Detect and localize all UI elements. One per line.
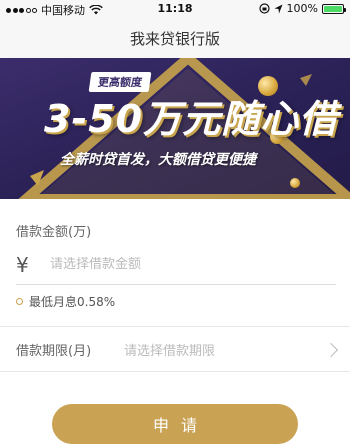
amount-input[interactable]	[50, 257, 310, 272]
battery-fill	[324, 5, 342, 12]
rate-info: 最低月息0.58%	[16, 293, 115, 310]
location-icon	[274, 4, 283, 13]
rate-dot-icon	[16, 298, 23, 305]
amount-label: 借款金额(万)	[16, 225, 92, 240]
rate-text: 最低月息0.58%	[29, 295, 116, 309]
battery-icon	[322, 3, 346, 14]
term-label: 借款期限(月)	[16, 344, 92, 359]
status-bar: 中国移动 11:18 100%	[0, 0, 350, 18]
status-right: 100%	[258, 2, 346, 15]
page-title: 我来贷银行版	[129, 29, 220, 48]
divider	[0, 326, 350, 327]
coin-icon	[290, 178, 300, 188]
battery-percent: 100%	[286, 2, 318, 15]
term-placeholder: 请选择借款期限	[124, 344, 216, 359]
navigation-bar: 我来贷银行版	[0, 18, 350, 58]
chevron-right-icon	[323, 342, 339, 357]
term-selector[interactable]: 借款期限(月) 请选择借款期限	[0, 328, 350, 372]
banner-headline: 3-50万元随心借	[44, 97, 339, 141]
promo-banner[interactable]: 更高额度 3-50万元随心借 全薪时贷首发，大额借贷更便捷	[0, 58, 350, 199]
amount-row[interactable]: ¥	[16, 245, 336, 285]
apply-button[interactable]: 申请	[52, 404, 298, 444]
lock-rotation-icon	[258, 3, 270, 14]
banner-subline: 全薪时贷首发，大额借贷更便捷	[60, 152, 256, 168]
yuan-icon: ¥	[16, 252, 29, 277]
